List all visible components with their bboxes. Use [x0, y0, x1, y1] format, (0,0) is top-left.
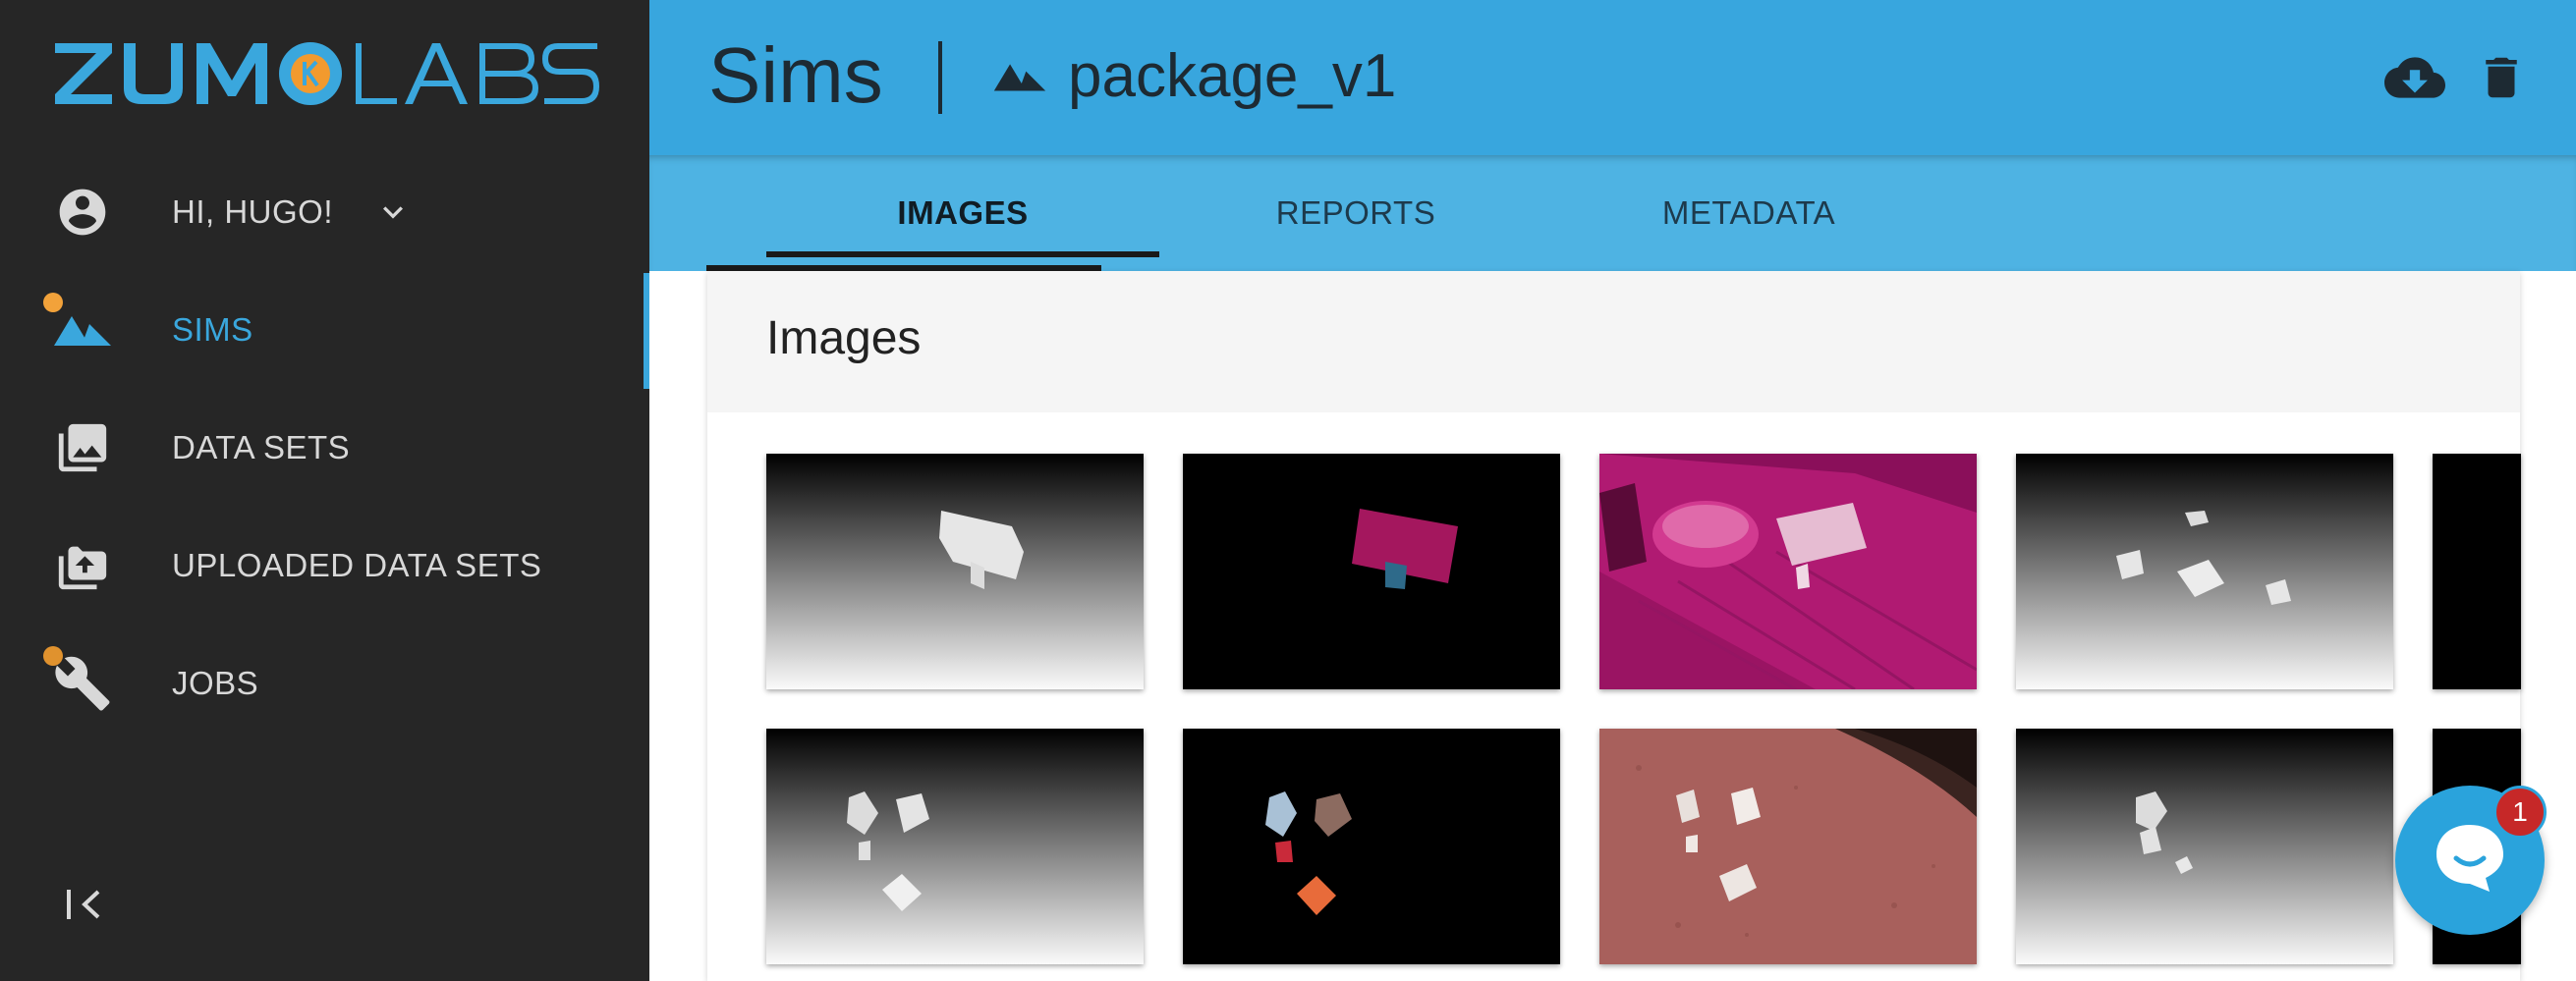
upload-folder-icon [47, 530, 118, 601]
tab-reports[interactable]: REPORTS [1159, 155, 1552, 271]
image-thumbnail[interactable] [2433, 454, 2521, 689]
zumo-labs-logo[interactable] [51, 37, 601, 110]
wrench-icon [47, 648, 118, 719]
chat-widget[interactable]: 1 [2395, 786, 2568, 935]
sidebar-item-jobs[interactable]: JOBS [0, 634, 649, 733]
sidebar-item-label: UPLOADED DATA SETS [172, 547, 542, 583]
cloud-download-icon[interactable] [2380, 43, 2449, 112]
notification-badge: 1 [2493, 786, 2547, 839]
section-title: Images [766, 312, 922, 364]
page-title: Sims [708, 31, 883, 119]
title-separator [938, 41, 942, 114]
card-header: Images [707, 271, 2520, 412]
trash-icon[interactable] [2467, 43, 2536, 112]
package-name: package_v1 [1068, 42, 1397, 110]
sidebar-item-uploaded-data-sets[interactable]: UPLOADED DATA SETS [0, 517, 649, 615]
terrain-icon [47, 295, 118, 365]
image-thumbnail[interactable] [766, 729, 1144, 964]
tab-bar: IMAGES REPORTS METADATA [649, 155, 2576, 271]
image-thumbnail[interactable] [2016, 454, 2393, 689]
image-thumbnail[interactable] [766, 454, 1144, 689]
image-thumbnail[interactable] [1599, 454, 1977, 689]
active-tab-indicator [766, 251, 1159, 257]
image-thumbnail[interactable] [2016, 729, 2393, 964]
terrain-icon [992, 57, 1047, 96]
collapse-left-icon[interactable] [61, 882, 106, 927]
user-greeting: HI, HUGO! [172, 193, 334, 230]
tab-metadata[interactable]: METADATA [1552, 155, 1945, 271]
sidebar: HI, HUGO! SIMS DATA SETS UPLOADED DATA S… [0, 0, 649, 981]
image-thumbnail[interactable] [1183, 454, 1560, 689]
sidebar-item-sims[interactable]: SIMS [0, 281, 649, 379]
sidebar-item-label: DATA SETS [172, 429, 351, 465]
user-menu[interactable]: HI, HUGO! [0, 163, 649, 261]
chat-bubble-icon [2429, 817, 2511, 904]
page-header: Sims package_v1 [649, 0, 2576, 155]
account-circle-icon [47, 177, 118, 247]
image-thumbnail[interactable] [1183, 729, 1560, 964]
sidebar-item-label: SIMS [172, 311, 253, 348]
sidebar-item-data-sets[interactable]: DATA SETS [0, 399, 649, 497]
sidebar-item-label: JOBS [172, 665, 259, 701]
chevron-down-icon[interactable] [373, 192, 413, 240]
photo-library-icon [47, 412, 118, 483]
image-thumbnail[interactable] [1599, 729, 1977, 964]
